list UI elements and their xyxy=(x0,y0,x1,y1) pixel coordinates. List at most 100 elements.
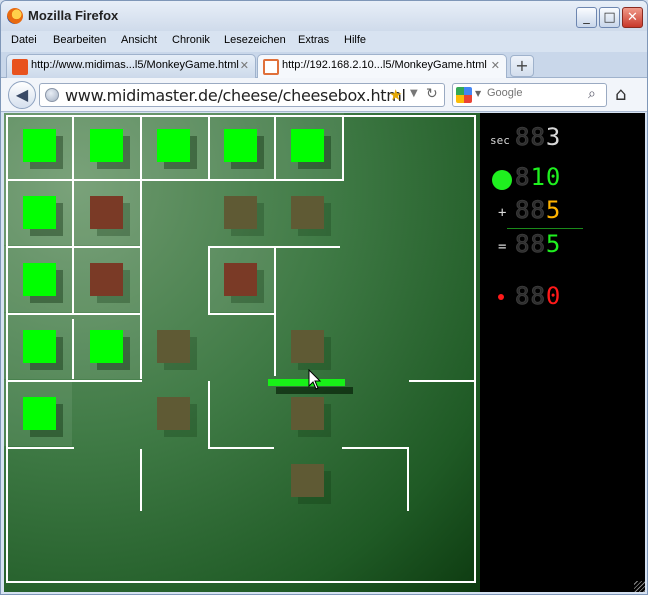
document-error-icon xyxy=(263,59,279,75)
score-panel: sec 883 810 + 885 = 885 880 xyxy=(484,113,645,592)
total-unlit-digits: 88 xyxy=(515,230,546,259)
page-content: sec 883 810 + 885 = 885 880 xyxy=(4,113,645,592)
red-square xyxy=(224,263,257,296)
maze-wall xyxy=(6,115,8,583)
olive-square xyxy=(157,330,190,363)
lost-counter: 880 xyxy=(515,282,562,311)
olive-square xyxy=(291,464,324,497)
tab-bar: http://www.midimas...l5/MonkeyGame.html … xyxy=(1,52,647,78)
collected-counter: 810 xyxy=(514,163,562,192)
green-square xyxy=(90,330,123,363)
tab-monkeygame-local[interactable]: http://192.168.2.10...l5/MonkeyGame.html… xyxy=(257,54,507,78)
tab-close-icon[interactable]: ✕ xyxy=(491,59,500,72)
green-square xyxy=(23,196,56,229)
maze-wall xyxy=(72,115,74,313)
new-tab-button[interactable]: + xyxy=(510,55,534,77)
menu-chronik[interactable]: Chronik xyxy=(172,34,210,46)
globe-icon xyxy=(45,88,59,102)
tab-close-icon[interactable]: ✕ xyxy=(240,59,249,72)
olive-square xyxy=(291,397,324,430)
html5-icon xyxy=(12,59,28,75)
green-square xyxy=(23,397,56,430)
red-square xyxy=(90,263,123,296)
game-board[interactable] xyxy=(4,113,480,592)
close-button[interactable]: ✕ xyxy=(622,7,643,28)
menu-lesezeichen[interactable]: Lesezeichen xyxy=(224,34,286,46)
maze-wall xyxy=(6,313,142,315)
window-title: Mozilla Firefox xyxy=(28,8,119,23)
green-square xyxy=(291,129,324,162)
maze-wall xyxy=(342,447,409,449)
green-square xyxy=(157,129,190,162)
maze-wall xyxy=(6,246,142,248)
collected-value: 10 xyxy=(530,163,562,191)
maze-wall xyxy=(208,115,210,181)
green-square xyxy=(224,129,257,162)
maze-wall xyxy=(208,381,210,447)
seconds-unlit-digits: 88 xyxy=(515,123,546,152)
olive-square xyxy=(224,196,257,229)
red-dot-icon xyxy=(498,294,504,300)
plus-label: + xyxy=(498,205,507,221)
mouse-cursor-icon xyxy=(308,369,322,390)
menu-bearbeiten[interactable]: Bearbeiten xyxy=(53,34,106,46)
bonus-value: 5 xyxy=(545,196,562,224)
player-paddle[interactable] xyxy=(268,379,345,386)
maze-wall xyxy=(6,581,476,583)
olive-square xyxy=(291,196,324,229)
bookmark-star-icon[interactable]: ★ xyxy=(389,86,402,104)
url-bar[interactable]: www.midimaster.de/cheese/cheesebox.html … xyxy=(39,83,445,107)
green-square xyxy=(90,129,123,162)
olive-square xyxy=(157,397,190,430)
browser-window: Mozilla Firefox _ □ ✕ Datei Bearbeiten A… xyxy=(0,0,648,595)
menu-extras[interactable]: Extras xyxy=(298,34,329,46)
lost-value: 0 xyxy=(545,282,562,310)
maximize-button[interactable]: □ xyxy=(599,7,620,28)
seconds-counter: 883 xyxy=(515,123,562,152)
total-counter: 885 xyxy=(515,230,562,259)
maze-wall xyxy=(208,447,274,449)
maze-wall xyxy=(409,380,475,382)
search-engine-dropdown-icon[interactable]: ▼ xyxy=(475,89,481,98)
reload-icon[interactable]: ↻ xyxy=(426,86,438,102)
back-button[interactable]: ◀ xyxy=(8,81,36,109)
green-square xyxy=(23,129,56,162)
firefox-logo-icon xyxy=(7,8,23,24)
home-button[interactable]: ⌂ xyxy=(615,84,626,105)
green-square xyxy=(23,330,56,363)
red-square xyxy=(90,196,123,229)
menu-hilfe[interactable]: Hilfe xyxy=(344,34,366,46)
url-text[interactable]: www.midimaster.de/cheese/cheesebox.html xyxy=(65,86,406,105)
url-dropdown-icon[interactable]: ▼ xyxy=(410,88,418,99)
search-icon[interactable]: ⌕ xyxy=(588,86,596,102)
maze-wall xyxy=(208,246,276,248)
bonus-unlit-digits: 88 xyxy=(515,196,546,225)
search-box[interactable]: ▼ ⌕ xyxy=(452,83,607,107)
sum-divider xyxy=(507,228,583,229)
maze-wall xyxy=(6,115,476,117)
tab-monkeygame-midimaster[interactable]: http://www.midimas...l5/MonkeyGame.html … xyxy=(6,54,256,78)
equals-label: = xyxy=(498,239,507,255)
menu-datei[interactable]: Datei xyxy=(11,34,37,46)
resize-grip-icon[interactable] xyxy=(634,581,645,592)
total-value: 5 xyxy=(545,230,562,258)
google-icon[interactable] xyxy=(456,87,472,103)
maze-wall xyxy=(6,380,142,382)
maze-wall xyxy=(407,449,409,511)
seconds-value: 3 xyxy=(545,123,562,151)
green-square xyxy=(23,263,56,296)
green-circle-icon xyxy=(492,170,512,190)
seconds-label: sec xyxy=(490,134,510,147)
maze-wall xyxy=(6,447,74,449)
menu-bar: Datei Bearbeiten Ansicht Chronik Lesezei… xyxy=(1,31,647,52)
menu-ansicht[interactable]: Ansicht xyxy=(121,34,157,46)
maze-wall xyxy=(274,246,340,248)
search-input[interactable] xyxy=(487,87,582,99)
maze-wall xyxy=(274,115,276,181)
maze-wall xyxy=(140,449,142,511)
maze-wall xyxy=(474,115,476,583)
minimize-button[interactable]: _ xyxy=(576,7,597,28)
maze-wall xyxy=(6,179,342,181)
tab-label: http://www.midimas...l5/MonkeyGame.html xyxy=(31,59,239,71)
maze-wall xyxy=(342,115,344,181)
